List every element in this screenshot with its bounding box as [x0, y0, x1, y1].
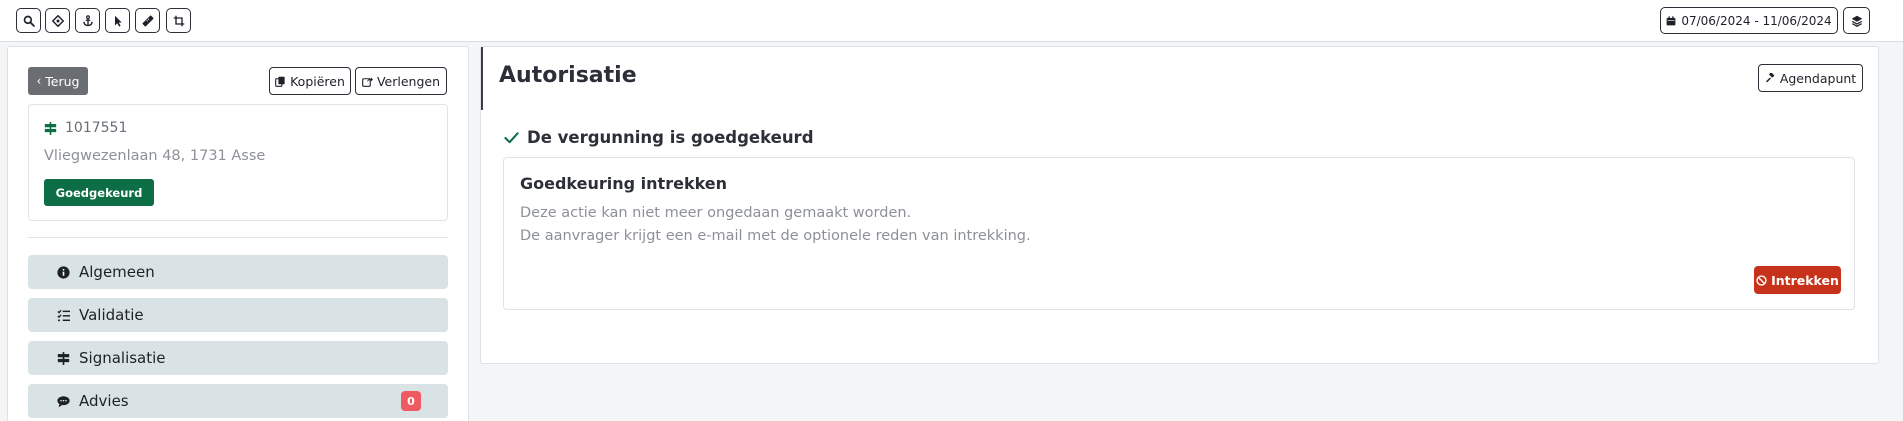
nav-item-signalisatie[interactable]: Signalisatie [28, 341, 448, 375]
ban-icon [1756, 274, 1767, 286]
copy-icon [275, 76, 285, 87]
crop-tool-button[interactable] [166, 8, 191, 33]
check-icon [504, 132, 519, 144]
copy-button[interactable]: Kopiëren [269, 67, 351, 95]
nav-item-algemeen[interactable]: Algemeen [28, 255, 448, 289]
anchor-icon [82, 14, 93, 26]
crop-icon [173, 15, 184, 26]
authorization-panel: Autorisatie Agendapunt De vergunning is … [480, 46, 1879, 364]
gavel-icon [1765, 72, 1775, 82]
revoke-warning: Deze actie kan niet meer ongedaan gemaak… [520, 205, 912, 221]
chevron-left-icon: ‹ [36, 74, 42, 88]
extend-button[interactable]: Verlengen [355, 67, 447, 95]
permit-card: 1017551 Vliegwezenlaan 48, 1731 Asse Goe… [28, 104, 448, 221]
advice-count-badge: 0 [401, 391, 421, 411]
agenda-button[interactable]: Agendapunt [1758, 64, 1863, 92]
nav-item-validatie[interactable]: Validatie [28, 298, 448, 332]
back-label: Terug [45, 73, 80, 89]
signpost-icon [57, 351, 69, 365]
extend-label: Verlengen [376, 73, 441, 89]
layers-button[interactable] [1843, 7, 1870, 34]
permit-number-text: 1017551 [65, 120, 128, 136]
locate-icon [51, 14, 64, 27]
permit-number: 1017551 [44, 120, 127, 136]
share-icon [362, 76, 373, 87]
date-range-button[interactable]: 07/06/2024 - 11/06/2024 [1660, 7, 1838, 34]
pointer-tool-button[interactable] [105, 8, 130, 33]
title-accent-bar [481, 47, 483, 110]
revoke-button[interactable]: Intrekken [1754, 266, 1841, 294]
nav-item-label: Signalisatie [79, 349, 166, 367]
divider [28, 237, 448, 238]
nav-item-advies[interactable]: Advies 0 [28, 384, 448, 418]
nav-item-label: Validatie [79, 306, 144, 324]
revoke-info: De aanvrager krijgt een e-mail met de op… [520, 228, 1031, 244]
revoke-card: Goedkeuring intrekken Deze actie kan nie… [503, 157, 1855, 310]
back-button[interactable]: ‹ Terug [28, 67, 88, 95]
approved-text: De vergunning is goedgekeurd [527, 128, 814, 147]
ruler-tool-button[interactable] [135, 8, 160, 33]
locate-tool-button[interactable] [45, 8, 70, 33]
revoke-label: Intrekken [1771, 272, 1839, 288]
top-toolbar: 07/06/2024 - 11/06/2024 [0, 0, 1903, 42]
layers-icon [1851, 15, 1862, 27]
info-icon [56, 265, 70, 279]
agenda-label: Agendapunt [1779, 70, 1857, 86]
comment-icon [56, 395, 70, 407]
search-tool-button[interactable] [16, 8, 41, 33]
page-title: Autorisatie [499, 63, 637, 88]
checklist-icon [56, 309, 70, 321]
permit-sidebar: ‹ Terug Kopiëren Verlengen 1017551 Vlieg… [7, 46, 469, 421]
pointer-icon [114, 15, 122, 27]
search-icon [23, 15, 35, 27]
nav-item-label: Algemeen [79, 263, 155, 281]
ruler-icon [141, 14, 154, 27]
date-range-label: 07/06/2024 - 11/06/2024 [1681, 13, 1832, 28]
anchor-tool-button[interactable] [75, 8, 100, 33]
status-badge: Goedgekeurd [44, 179, 154, 206]
revoke-title: Goedkeuring intrekken [520, 174, 728, 193]
copy-label: Kopiëren [290, 73, 345, 89]
approved-status: De vergunning is goedgekeurd [504, 128, 814, 147]
calendar-icon [1666, 15, 1676, 25]
permit-address: Vliegwezenlaan 48, 1731 Asse [44, 148, 266, 164]
nav-item-label: Advies [79, 392, 129, 410]
signpost-icon [44, 121, 57, 135]
